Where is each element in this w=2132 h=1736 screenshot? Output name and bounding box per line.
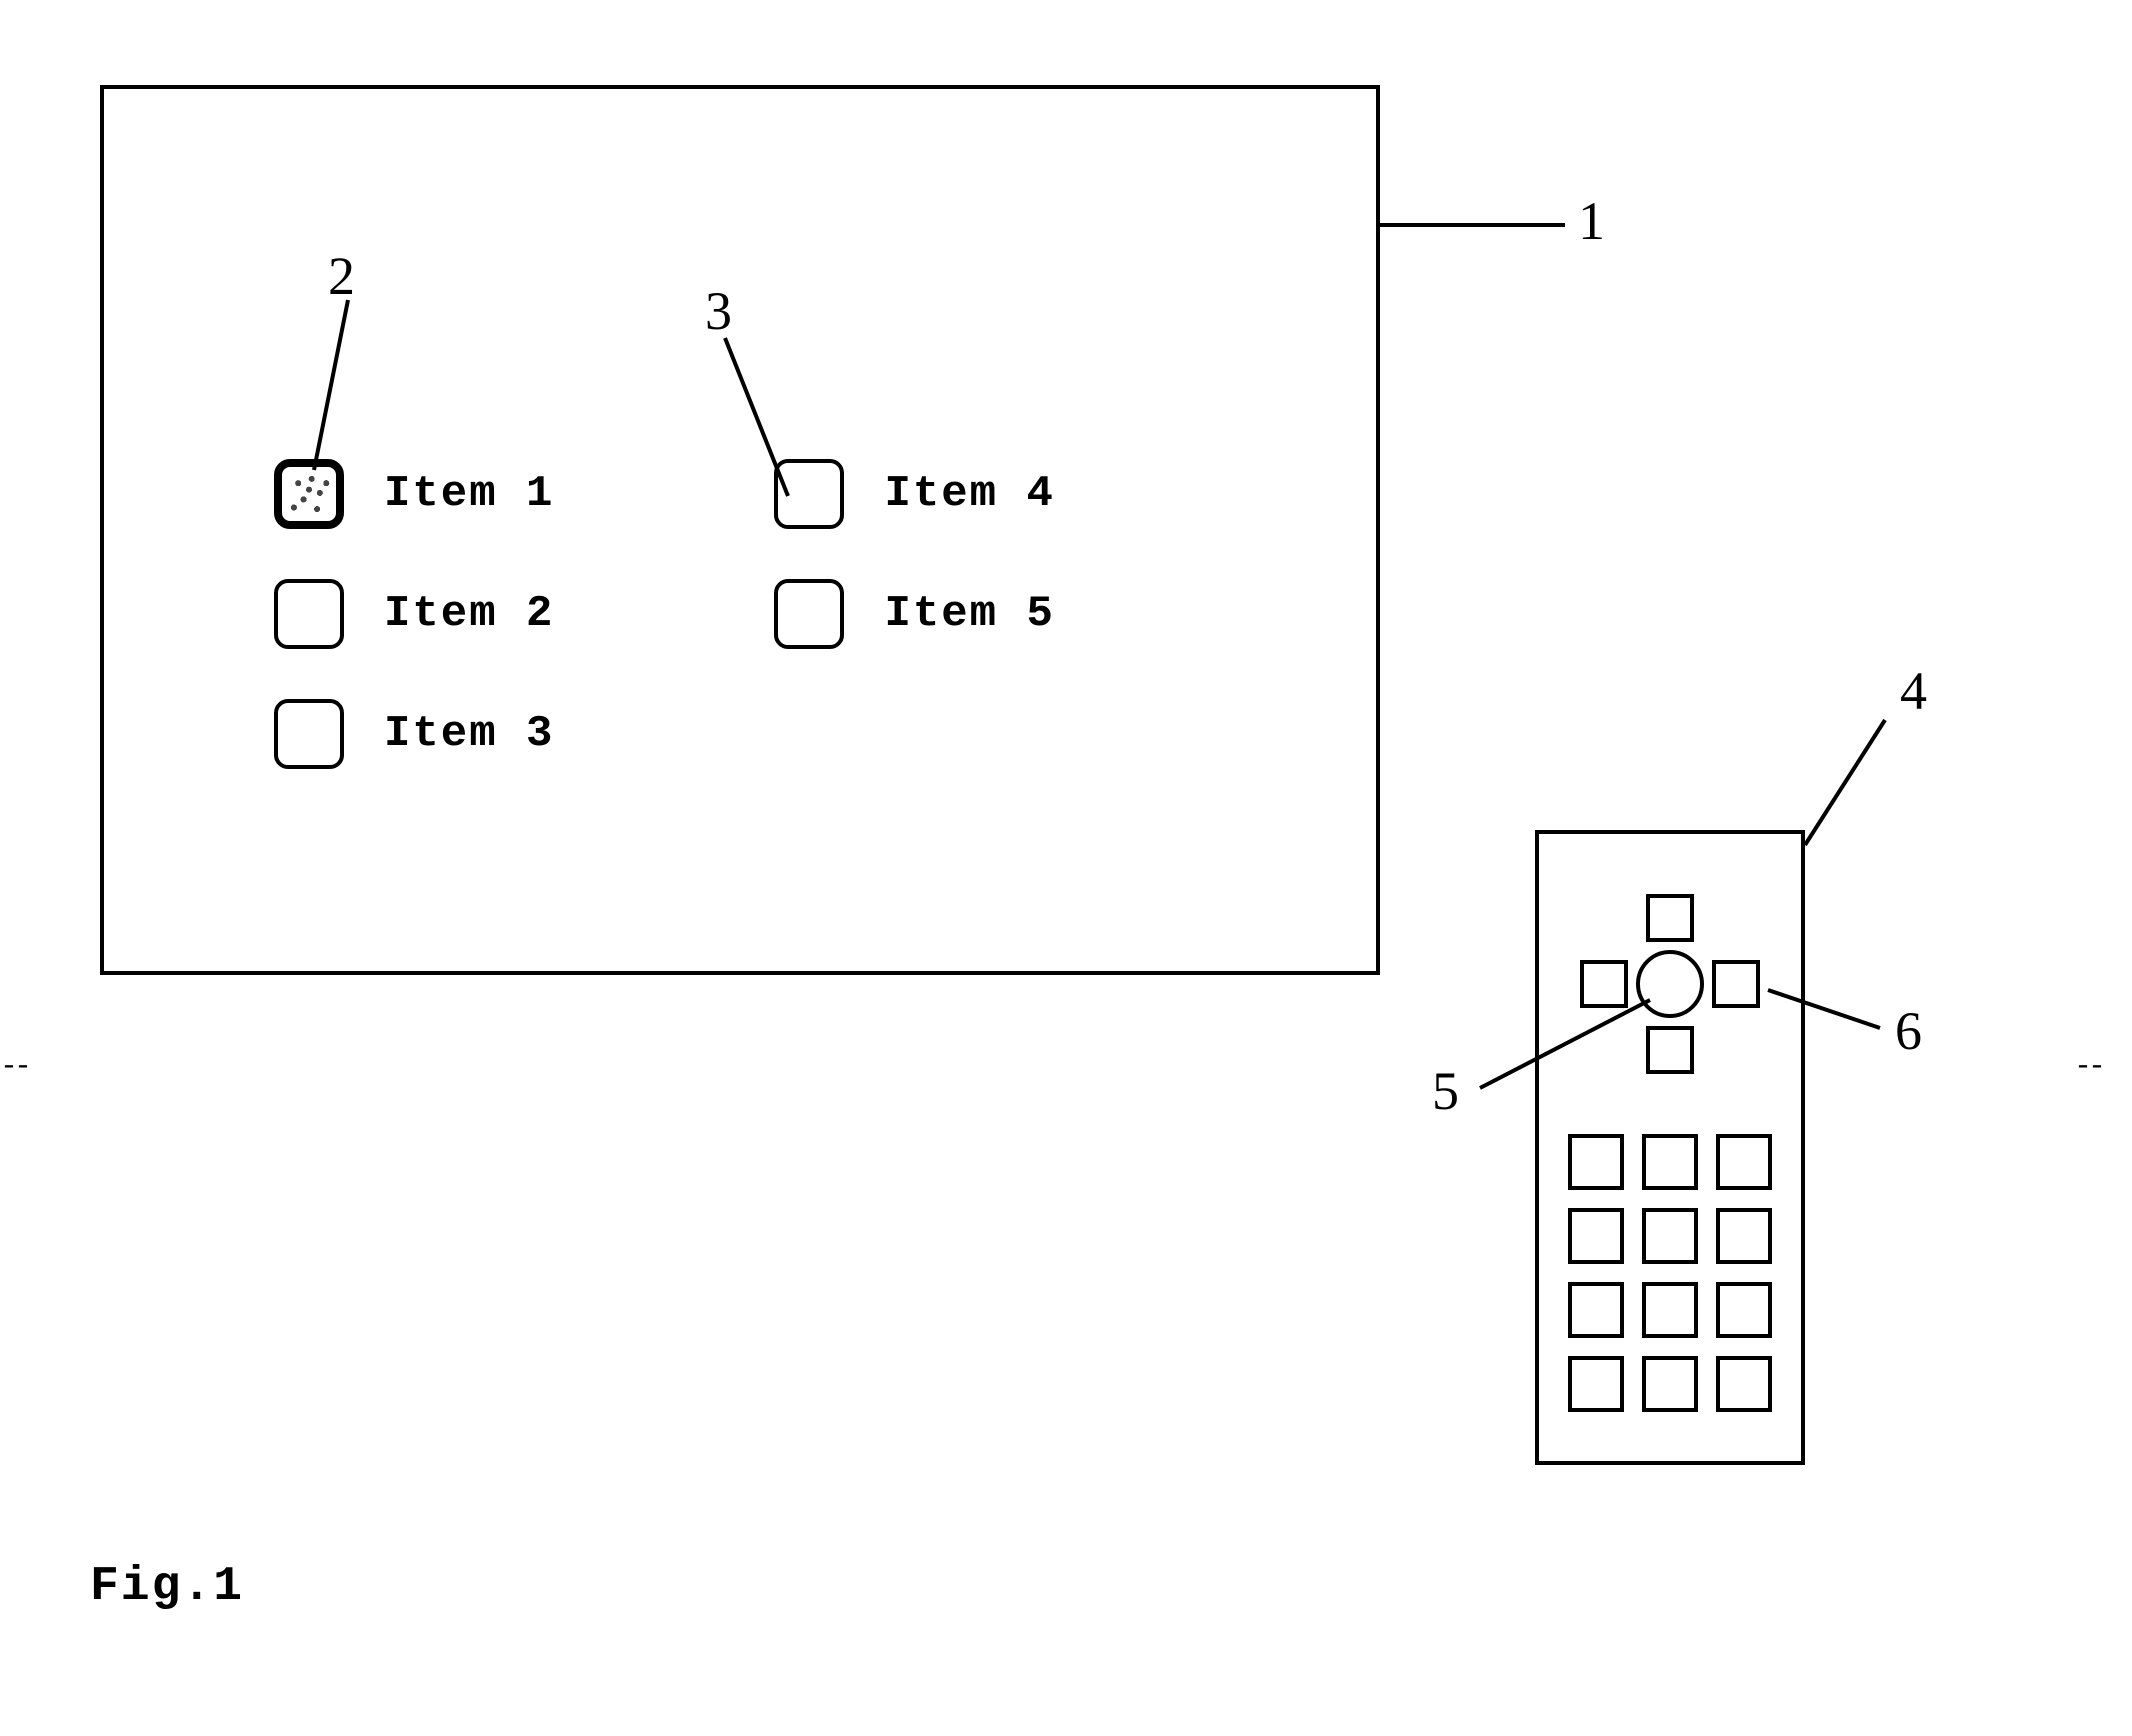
right-margin-dashes: --	[2074, 1050, 2102, 1084]
callout-leaders	[0, 0, 2132, 1736]
lead-6	[1768, 990, 1880, 1028]
lead-5	[1480, 1000, 1650, 1088]
left-margin-dashes: --	[0, 1050, 28, 1084]
lead-3	[725, 338, 788, 496]
lead-4	[1805, 720, 1885, 845]
lead-2	[314, 300, 348, 470]
figure-label: Fig.1	[90, 1560, 244, 1614]
